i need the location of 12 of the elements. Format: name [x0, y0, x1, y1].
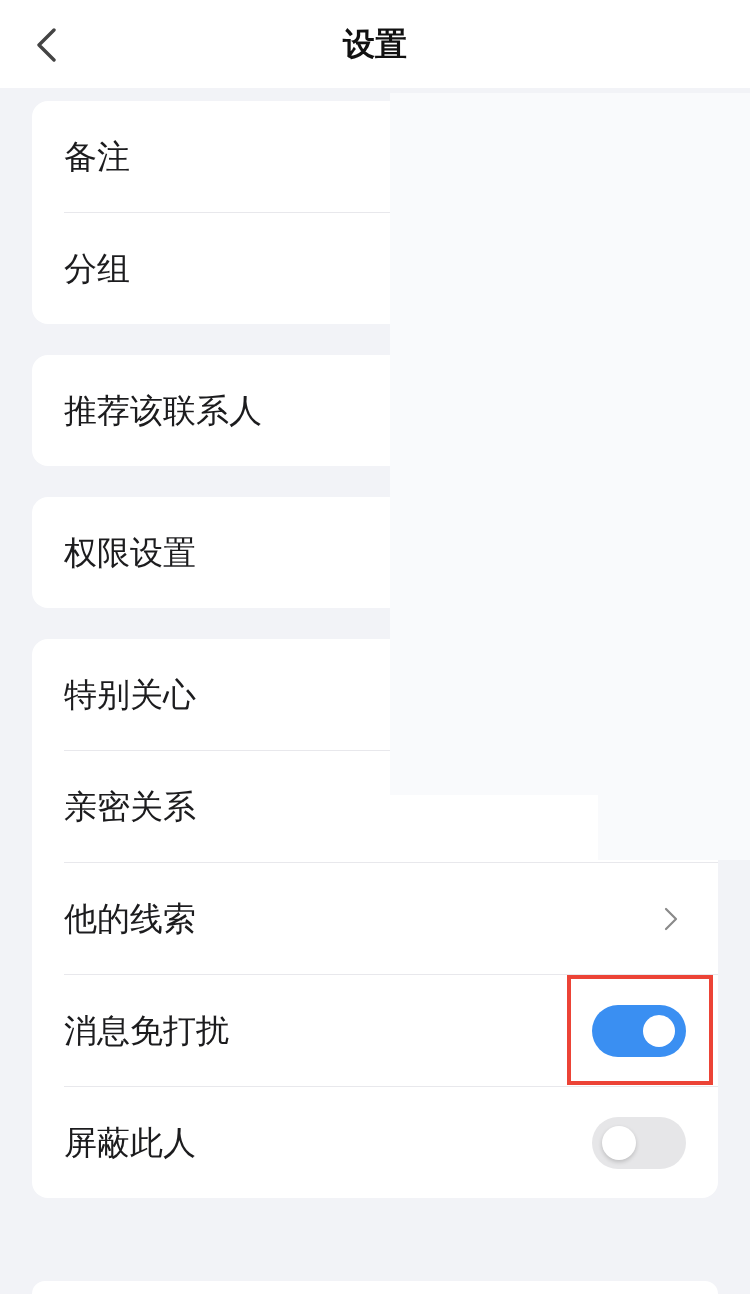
- row-label: 屏蔽此人: [64, 1121, 196, 1164]
- back-icon[interactable]: [35, 28, 57, 62]
- chevron-right-icon[interactable]: [664, 906, 678, 931]
- row-label: 分组: [64, 247, 130, 290]
- page-title: 设置: [343, 24, 407, 64]
- row-label: 备注: [64, 135, 130, 178]
- row-label: 消息免打扰: [64, 1009, 229, 1052]
- row-label: 他的线索: [64, 897, 196, 940]
- row-label: 亲密关系: [64, 785, 196, 828]
- row-label: 权限设置: [64, 531, 196, 574]
- row-label: 特别关心: [64, 673, 196, 716]
- row-label: 推荐该联系人: [64, 389, 262, 432]
